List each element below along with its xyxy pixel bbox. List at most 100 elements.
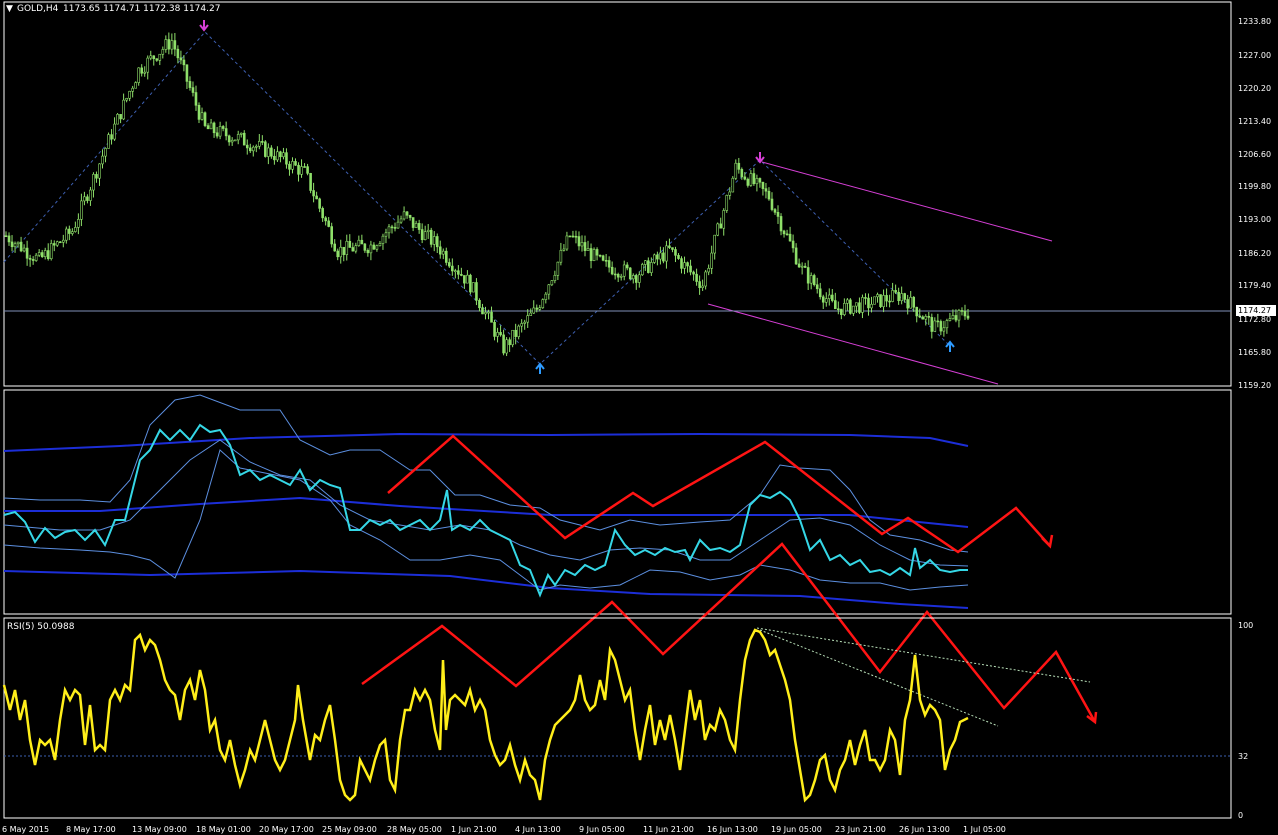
candle-body: [71, 231, 74, 234]
candle-body: [19, 241, 23, 252]
candle-body: [948, 318, 952, 321]
candle-body: [671, 247, 674, 250]
candle-body: [339, 246, 343, 258]
candle-body: [906, 299, 909, 309]
candle-body: [695, 273, 698, 282]
candle-body: [879, 294, 882, 307]
candle-body: [321, 208, 324, 219]
candle-body: [800, 265, 804, 268]
candle-body: [297, 164, 300, 175]
candle-body: [689, 265, 692, 273]
candle-body: [176, 48, 180, 59]
candle-body: [936, 320, 940, 323]
candle-body: [209, 122, 213, 130]
candle-body: [28, 257, 32, 260]
candle-body: [951, 315, 955, 319]
candle-body: [529, 312, 533, 316]
candle-body: [861, 297, 864, 313]
candle-body: [921, 316, 925, 320]
candle-body: [475, 282, 478, 301]
candle-body: [625, 264, 629, 269]
candle-body: [306, 166, 309, 174]
candle-body: [601, 255, 605, 261]
candle-body: [589, 248, 593, 261]
candle-body: [755, 178, 759, 185]
candle-body: [68, 228, 71, 234]
candle-body: [348, 240, 352, 248]
candle-body: [686, 262, 689, 267]
candle-body: [782, 230, 786, 235]
candle-body: [840, 308, 843, 315]
candle-body: [161, 49, 165, 55]
candle-body: [264, 141, 267, 157]
candle-body: [89, 189, 92, 201]
candle-body: [258, 141, 261, 147]
candle-body: [218, 126, 222, 137]
time-axis-label: 28 May 05:00: [387, 825, 442, 834]
candle-body: [532, 307, 536, 314]
candle-body: [58, 241, 62, 244]
candle-body: [607, 260, 611, 268]
candle-body: [595, 249, 599, 256]
candle-body: [707, 268, 710, 273]
candle-body: [481, 307, 484, 315]
time-axis-label: 1 Jun 21:00: [451, 825, 497, 834]
candle-body: [345, 240, 349, 255]
time-axis-label: 1 Jul 05:00: [963, 825, 1006, 834]
candle-body: [366, 250, 370, 254]
candle-body: [478, 300, 481, 309]
candle-body: [628, 267, 632, 280]
candle-body: [824, 298, 828, 303]
candle-body: [752, 173, 756, 185]
candle-body: [930, 317, 934, 332]
candle-body: [330, 226, 333, 245]
candle-body: [662, 252, 665, 262]
candle-body: [812, 275, 816, 286]
candle-body: [505, 339, 508, 354]
candle-body: [565, 235, 569, 250]
candle-body: [40, 252, 44, 258]
triangle-down-icon[interactable]: ▼: [6, 4, 13, 14]
candle-body: [888, 300, 891, 303]
candle-body: [550, 280, 554, 286]
candle-body: [158, 53, 162, 61]
candle-body: [713, 234, 716, 254]
candle-body: [387, 226, 391, 234]
candle-body: [83, 196, 86, 202]
candle-body: [34, 254, 38, 261]
candle-body: [556, 261, 560, 276]
candle-body: [523, 321, 526, 324]
candle-body: [535, 307, 539, 310]
candle-body: [873, 296, 876, 305]
candle-body: [363, 243, 367, 251]
rsi-level-label: 0: [1238, 811, 1243, 820]
candle-body: [251, 146, 255, 152]
candle-body: [680, 258, 683, 269]
candle-body: [517, 325, 520, 337]
candle-body: [490, 311, 493, 323]
candle-body: [496, 332, 499, 337]
candle-body: [493, 321, 496, 337]
candle-body: [43, 250, 47, 258]
candle-body: [701, 285, 704, 288]
candle-body: [273, 155, 276, 161]
candle-body: [116, 114, 119, 125]
candle-body: [562, 248, 566, 251]
candle-body: [592, 249, 596, 261]
candle-body: [728, 191, 732, 196]
candle-body: [770, 198, 774, 210]
candle-body: [233, 139, 237, 142]
candle-body: [300, 166, 303, 175]
candle-body: [634, 275, 638, 283]
candle-body: [354, 245, 358, 252]
candle-body: [414, 223, 418, 228]
candle-body: [779, 216, 783, 232]
candle-body: [710, 252, 713, 269]
candle-body: [10, 241, 14, 248]
chart-window[interactable]: ▼ GOLD,H4 1173.65 1174.71 1172.38 1174.2…: [0, 0, 1278, 835]
time-axis-label: 19 Jun 05:00: [771, 825, 822, 834]
candle-body: [80, 200, 83, 220]
candle-body: [333, 243, 337, 252]
candle-body: [49, 243, 53, 259]
candle-body: [288, 163, 291, 170]
